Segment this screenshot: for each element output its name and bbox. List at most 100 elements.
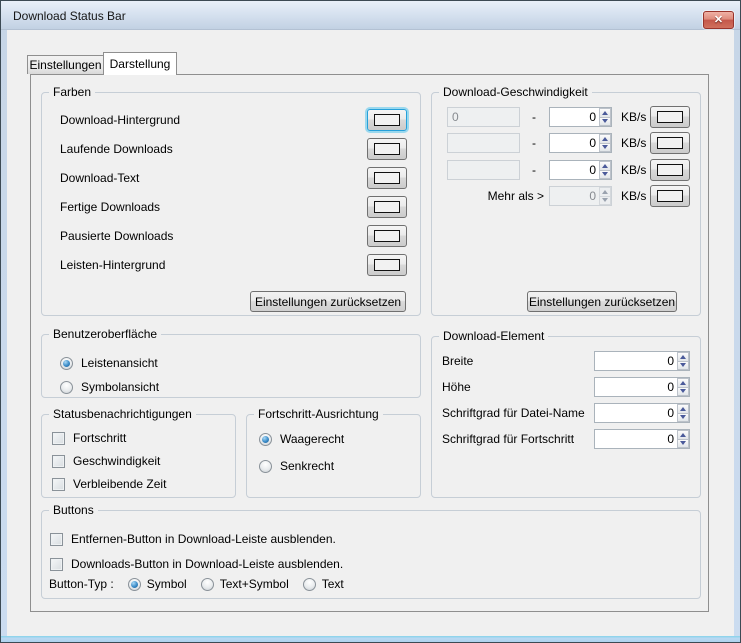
checkbox[interactable] [52, 478, 65, 491]
down-arrow-icon [602, 198, 608, 202]
field-value[interactable]: 0 [595, 352, 677, 370]
field-value[interactable]: 0 [595, 378, 677, 396]
titlebar[interactable]: Download Status Bar ✕ [1, 1, 740, 30]
speed-to-value[interactable]: 0 [550, 134, 599, 152]
color-swatch [374, 143, 400, 155]
field-value[interactable]: 0 [595, 430, 677, 448]
down-arrow-icon [602, 172, 608, 176]
color-picker-button-download-hintergrund[interactable] [367, 109, 407, 131]
color-picker-button-fertige-downloads[interactable] [367, 196, 407, 218]
speed-range-row: 0 - 0 KB/s [447, 106, 690, 128]
button-typ-label: Button-Typ : [49, 577, 114, 591]
color-swatch [374, 172, 400, 184]
color-swatch [374, 114, 400, 126]
spin-up-button[interactable] [599, 134, 611, 144]
checkbox[interactable] [50, 558, 63, 571]
radio-option-symbolansicht[interactable]: Symbolansicht [60, 380, 159, 394]
radio-option-senkrecht[interactable]: Senkrecht [259, 459, 334, 473]
spin-down-button[interactable] [599, 144, 611, 153]
tab-darstellung[interactable]: Darstellung [103, 52, 177, 75]
spin-down-button[interactable] [677, 414, 689, 423]
speed-to-input[interactable]: 0 [549, 133, 612, 153]
element-field-row: Schriftgrad für Fortschritt 0 [442, 429, 690, 449]
speed-color-button-4[interactable] [650, 185, 690, 207]
breite-input[interactable]: 0 [594, 351, 690, 371]
down-arrow-icon [602, 119, 608, 123]
spin-down-button[interactable] [599, 171, 611, 180]
schriftgrad-dateiname-input[interactable]: 0 [594, 403, 690, 423]
spin-up-button [599, 187, 611, 197]
checkbox-option-fortschritt[interactable]: Fortschritt [52, 431, 126, 445]
up-arrow-icon [680, 407, 686, 411]
spin-down-button[interactable] [677, 440, 689, 449]
speed-color-button-1[interactable] [650, 106, 690, 128]
radio-button-text[interactable] [303, 578, 316, 591]
spin-down-button[interactable] [677, 362, 689, 371]
speed-to-input[interactable]: 0 [549, 107, 612, 127]
radio-button[interactable] [60, 381, 73, 394]
checkbox-label: Entfernen-Button in Download-Leiste ausb… [71, 532, 336, 546]
tab-einstellungen[interactable]: Einstellungen [27, 55, 104, 74]
checkbox-option-downloads-button[interactable]: Downloads-Button in Download-Leiste ausb… [50, 557, 343, 571]
spinner [677, 404, 689, 422]
group-download-geschwindigkeit: Download-Geschwindigkeit 0 - 0 KB/s [431, 92, 701, 316]
down-arrow-icon [680, 389, 686, 393]
speed-to-value[interactable]: 0 [550, 161, 599, 179]
checkbox-option-verbleibende-zeit[interactable]: Verbleibende Zeit [52, 477, 166, 491]
speed-color-button-2[interactable] [650, 132, 690, 154]
color-row-label: Download-Text [60, 171, 139, 185]
checkbox-option-entfernen-button[interactable]: Entfernen-Button in Download-Leiste ausb… [50, 532, 336, 546]
checkbox-option-geschwindigkeit[interactable]: Geschwindigkeit [52, 454, 160, 468]
radio-option-leistenansicht[interactable]: Leistenansicht [60, 356, 158, 370]
up-arrow-icon [602, 137, 608, 141]
checkbox[interactable] [50, 533, 63, 546]
hoehe-input[interactable]: 0 [594, 377, 690, 397]
spin-down-button[interactable] [599, 118, 611, 127]
checkbox-label: Downloads-Button in Download-Leiste ausb… [71, 557, 343, 571]
spinner [599, 134, 611, 152]
radio-button-symbol[interactable] [128, 578, 141, 591]
color-picker-button-pausierte-downloads[interactable] [367, 225, 407, 247]
spin-up-button[interactable] [677, 404, 689, 414]
close-button[interactable]: ✕ [703, 11, 734, 29]
unit-label: KB/s [621, 186, 646, 206]
spin-down-button [599, 197, 611, 206]
speed-to-value[interactable]: 0 [550, 108, 599, 126]
group-geschwindigkeit-title: Download-Geschwindigkeit [439, 85, 592, 100]
speed-to-input[interactable]: 0 [549, 160, 612, 180]
dialog-client-area: Einstellungen Darstellung Farben Downloa… [7, 30, 734, 636]
schriftgrad-fortschritt-input[interactable]: 0 [594, 429, 690, 449]
speed-color-button-3[interactable] [650, 159, 690, 181]
checkbox[interactable] [52, 432, 65, 445]
mehr-als-label: Mehr als > [447, 186, 544, 206]
speed-from-input [447, 160, 520, 180]
field-label: Breite [442, 351, 473, 371]
radio-button[interactable] [259, 460, 272, 473]
spin-up-button[interactable] [677, 378, 689, 388]
radio-button[interactable] [259, 433, 272, 446]
color-picker-button-leisten-hintergrund[interactable] [367, 254, 407, 276]
spin-up-button[interactable] [677, 352, 689, 362]
field-value[interactable]: 0 [595, 404, 677, 422]
reset-speed-button[interactable]: Einstellungen zurücksetzen [527, 291, 677, 312]
radio-button[interactable] [60, 357, 73, 370]
color-picker-button-download-text[interactable] [367, 167, 407, 189]
spin-down-button[interactable] [677, 388, 689, 397]
radio-button-text-symbol[interactable] [201, 578, 214, 591]
spin-up-button[interactable] [677, 430, 689, 440]
unit-label: KB/s [621, 133, 646, 153]
radio-option-waagerecht[interactable]: Waagerecht [259, 432, 344, 446]
color-row: Fertige Downloads [60, 196, 407, 218]
speed-to-value: 0 [550, 187, 599, 205]
color-row: Pausierte Downloads [60, 225, 407, 247]
spinner [677, 430, 689, 448]
reset-colors-button[interactable]: Einstellungen zurücksetzen [250, 291, 406, 312]
spin-up-button[interactable] [599, 108, 611, 118]
spin-up-button[interactable] [599, 161, 611, 171]
checkbox[interactable] [52, 455, 65, 468]
unit-label: KB/s [621, 107, 646, 127]
spinner [677, 352, 689, 370]
group-farben: Farben Download-Hintergrund Laufende Dow… [41, 92, 421, 316]
color-picker-button-laufende-downloads[interactable] [367, 138, 407, 160]
reset-speed-button-label: Einstellungen zurücksetzen [529, 295, 675, 309]
